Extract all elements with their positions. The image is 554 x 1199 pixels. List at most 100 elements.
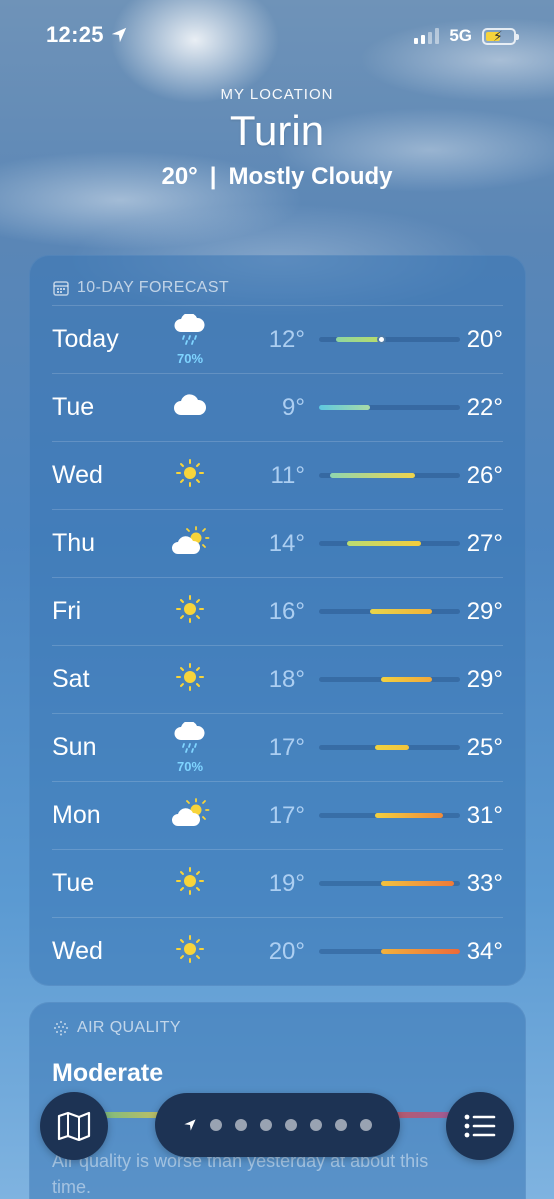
low-temperature: 17° bbox=[268, 801, 305, 829]
location-arrow-icon[interactable] bbox=[183, 1118, 197, 1132]
forecast-row[interactable]: Today 70% 12° 20° bbox=[52, 305, 503, 373]
temperature-range-fill bbox=[381, 881, 455, 886]
signal-icon bbox=[414, 28, 440, 44]
temperature-range-fill bbox=[375, 745, 410, 750]
temperature-range-fill bbox=[381, 677, 432, 682]
current-temperature: 20° bbox=[161, 163, 198, 190]
forecast-row[interactable]: Tue 19° 33° bbox=[52, 849, 503, 917]
current-condition: Mostly Cloudy bbox=[228, 163, 393, 190]
forecast-card-header: 10-DAY FORECAST bbox=[29, 255, 526, 305]
page-dot[interactable] bbox=[210, 1119, 222, 1131]
low-temperature: 16° bbox=[268, 597, 305, 625]
current-summary: 20° | Mostly Cloudy bbox=[0, 163, 554, 191]
forecast-day: Thu bbox=[52, 529, 96, 557]
temperature-range-fill bbox=[330, 473, 415, 478]
sun-icon bbox=[175, 458, 205, 493]
low-temperature: 20° bbox=[268, 937, 305, 965]
air-quality-icon bbox=[54, 1021, 68, 1036]
forecast-row[interactable]: Mon 17° 31° bbox=[52, 781, 503, 849]
temperature-range-bar bbox=[319, 745, 460, 750]
forecast-day: Tue bbox=[52, 869, 95, 897]
forecast-row[interactable]: Fri 16° 29° bbox=[52, 577, 503, 645]
page-dot[interactable] bbox=[235, 1119, 247, 1131]
partly-cloudy-icon bbox=[170, 798, 210, 833]
rain-cloud-icon bbox=[173, 720, 207, 759]
forecast-condition bbox=[160, 446, 220, 506]
temperature-range-fill bbox=[369, 609, 432, 614]
temperature-range-bar bbox=[319, 405, 460, 410]
forecast-condition: 70% bbox=[160, 310, 220, 370]
calendar-icon bbox=[53, 281, 69, 296]
low-temperature: 11° bbox=[270, 461, 305, 489]
forecast-row[interactable]: Sun 70% 17° 25° bbox=[52, 713, 503, 781]
page-dot[interactable] bbox=[310, 1119, 322, 1131]
temperature-range-bar bbox=[319, 541, 460, 546]
page-dot[interactable] bbox=[360, 1119, 372, 1131]
forecast-row[interactable]: Wed 11° 26° bbox=[52, 441, 503, 509]
forecast-day: Tue bbox=[52, 393, 95, 421]
network-type: 5G bbox=[449, 26, 472, 45]
high-temperature: 31° bbox=[466, 801, 503, 829]
sun-icon bbox=[175, 594, 205, 629]
low-temperature: 9° bbox=[282, 393, 305, 421]
forecast-day: Today bbox=[52, 325, 119, 353]
temperature-range-bar bbox=[319, 813, 460, 818]
high-temperature: 29° bbox=[466, 665, 503, 693]
forecast-title: 10-DAY FORECAST bbox=[77, 279, 230, 296]
temperature-range-fill bbox=[347, 541, 421, 546]
forecast-condition bbox=[160, 378, 220, 438]
high-temperature: 33° bbox=[466, 869, 503, 897]
temperature-range-bar bbox=[319, 949, 460, 954]
summary-separator: | bbox=[209, 163, 217, 190]
temperature-range-fill bbox=[375, 813, 444, 818]
page-dot[interactable] bbox=[335, 1119, 347, 1131]
air-quality-title: AIR QUALITY bbox=[77, 1019, 181, 1036]
page-dot[interactable] bbox=[285, 1119, 297, 1131]
precipitation-chance: 70% bbox=[176, 758, 204, 774]
page-dot[interactable] bbox=[260, 1119, 272, 1131]
forecast-day: Fri bbox=[52, 597, 82, 625]
high-temperature: 25° bbox=[466, 733, 503, 761]
forecast-row[interactable]: Thu 14° 27° bbox=[52, 509, 503, 577]
map-icon bbox=[57, 1111, 91, 1141]
city-name: Turin bbox=[229, 107, 325, 154]
status-indicators: 5G ⚡ bbox=[414, 26, 519, 46]
forecast-day: Mon bbox=[52, 801, 101, 829]
temperature-range-bar bbox=[319, 609, 460, 614]
high-temperature: 22° bbox=[466, 393, 503, 421]
list-icon bbox=[464, 1114, 496, 1138]
location-label: MY LOCATION bbox=[220, 86, 334, 103]
forecast-day: Sun bbox=[52, 733, 97, 761]
forecast-row[interactable]: Wed 20° 34° bbox=[52, 917, 503, 985]
ten-day-forecast-card[interactable]: 10-DAY FORECAST Today 70% 12° 20° Tue 9°… bbox=[29, 255, 526, 986]
forecast-condition bbox=[160, 854, 220, 914]
air-quality-header: AIR QUALITY bbox=[29, 1002, 526, 1037]
high-temperature: 29° bbox=[466, 597, 503, 625]
sun-icon bbox=[175, 866, 205, 901]
high-temperature: 34° bbox=[466, 937, 503, 965]
low-temperature: 18° bbox=[268, 665, 305, 693]
map-button[interactable] bbox=[40, 1092, 108, 1160]
forecast-row[interactable]: Sat 18° 29° bbox=[52, 645, 503, 713]
partly-cloudy-icon bbox=[170, 526, 210, 561]
status-time: 12:25 bbox=[46, 22, 128, 48]
location-header: MY LOCATION Turin 20° | Mostly Cloudy bbox=[0, 86, 554, 191]
forecast-condition: 70% bbox=[160, 718, 220, 778]
precipitation-chance: 70% bbox=[176, 350, 204, 366]
sun-icon bbox=[175, 934, 205, 969]
city-list-button[interactable] bbox=[446, 1092, 514, 1160]
battery-charging-icon: ⚡ bbox=[482, 27, 519, 45]
current-temp-marker bbox=[377, 335, 387, 344]
page-indicator[interactable] bbox=[155, 1093, 400, 1157]
high-temperature: 27° bbox=[466, 529, 503, 557]
forecast-rows: Today 70% 12° 20° Tue 9° 22° Wed 11° 26°… bbox=[52, 305, 503, 985]
forecast-row[interactable]: Tue 9° 22° bbox=[52, 373, 503, 441]
forecast-day: Wed bbox=[52, 937, 103, 965]
location-arrow-icon bbox=[111, 27, 126, 43]
forecast-day: Wed bbox=[52, 461, 103, 489]
air-quality-value: Moderate bbox=[52, 1059, 164, 1087]
temperature-range-fill bbox=[335, 337, 382, 342]
forecast-condition bbox=[160, 514, 220, 574]
temperature-range-bar bbox=[319, 881, 460, 886]
low-temperature: 14° bbox=[268, 529, 305, 557]
